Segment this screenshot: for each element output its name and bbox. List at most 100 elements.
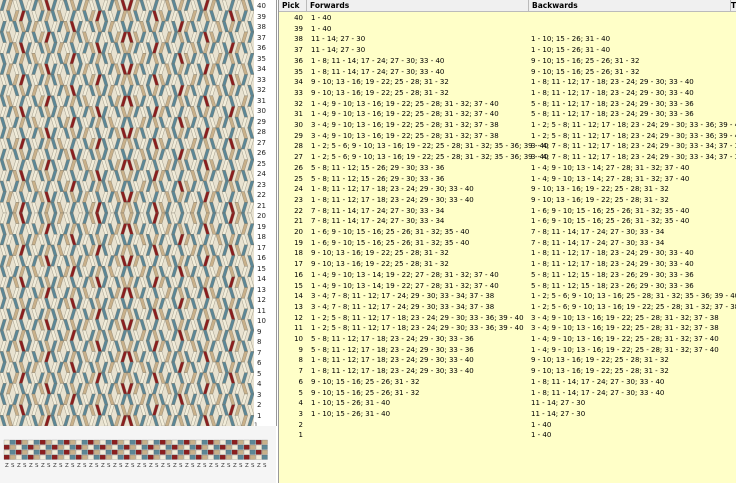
pattern-cell: [196, 180, 204, 192]
threading-cell: [105, 454, 112, 460]
pattern-cell: [69, 287, 77, 299]
table-row[interactable]: 28 1 - 2; 5 - 6; 9 - 10; 13 - 16; 19 - 22…: [279, 141, 736, 152]
table-row[interactable]: 95 - 8; 11 - 12; 17 - 18; 23 - 24; 29 - …: [279, 345, 736, 356]
pattern-cell: [183, 21, 191, 33]
pattern-cell: [75, 170, 83, 182]
table-row[interactable]: 25 5 - 8; 11 - 12; 15 - 26; 29 - 30; 33 -…: [279, 174, 736, 185]
pattern-cell: [31, 0, 39, 11]
pattern-cell: [82, 383, 90, 395]
table-row[interactable]: 33 9 - 10; 13 - 16; 19 - 22; 25 - 28; 31 …: [279, 88, 736, 99]
pick-column-header[interactable]: Pick: [279, 0, 307, 12]
table-row[interactable]: 16 1 - 4; 9 - 10; 13 - 14; 19 - 22; 27 - …: [279, 270, 736, 281]
threading-cell: [93, 449, 100, 455]
pattern-cell: [126, 255, 134, 267]
table-row[interactable]: 36 1 - 8; 11 - 14; 17 - 24; 27 - 30; 33 -…: [279, 56, 736, 67]
pattern-cell: [69, 361, 77, 373]
pattern-cell: [177, 42, 185, 54]
table-row[interactable]: 32 1 - 4; 9 - 10; 13 - 16; 19 - 22; 25 - …: [279, 99, 736, 110]
table-row[interactable]: 14 3 - 4; 7 - 8; 11 - 12; 17 - 24; 29 - 3…: [279, 291, 736, 302]
table-row[interactable]: 11 - 40: [279, 430, 736, 441]
table-row[interactable]: 37 11 - 14; 27 - 30 1 - 10; 15 - 26; 31 - …: [279, 45, 736, 56]
pattern-cell: [50, 202, 58, 214]
pattern-cell: [50, 212, 58, 224]
backwards-column-header[interactable]: Backwards: [529, 0, 731, 12]
table-row[interactable]: 15 1 - 4; 9 - 10; 13 - 14; 19 - 22; 27 - …: [279, 281, 736, 292]
table-row[interactable]: 21 - 40: [279, 420, 736, 431]
pattern-cell: [215, 127, 223, 139]
table-row[interactable]: 26 5 - 8; 11 - 12; 15 - 26; 29 - 30; 33 -…: [279, 163, 736, 174]
table-row[interactable]: 24 1 - 8; 11 - 12; 17 - 18; 23 - 24; 29 -…: [279, 184, 736, 195]
table-row[interactable]: 22 7 - 8; 11 - 14; 17 - 24; 27 - 30; 33 -…: [279, 206, 736, 217]
table-row[interactable]: 59 - 10; 15 - 16; 25 - 26; 31 - 32 1 - 8;…: [279, 388, 736, 399]
table-row[interactable]: 13 3 - 4; 7 - 8; 11 - 12; 17 - 24; 29 - 3…: [279, 302, 736, 313]
pattern-cell: [12, 383, 20, 395]
pattern-cell: [171, 330, 179, 341]
pattern-cell: [228, 319, 236, 331]
pattern-cell: [37, 85, 45, 96]
pattern-cell: [215, 266, 223, 278]
threading-cell: [189, 439, 196, 445]
pattern-cell: [44, 74, 52, 86]
pattern-cell: [31, 330, 39, 341]
table-row[interactable]: 29 3 - 4; 9 - 10; 13 - 16; 19 - 22; 25 - …: [279, 131, 736, 142]
pattern-cell: [171, 308, 179, 320]
table-row[interactable]: 31 - 10; 15 - 26; 31 - 40 11 - 14; 27 - 3…: [279, 409, 736, 420]
table-row[interactable]: 30 3 - 4; 9 - 10; 13 - 16; 19 - 22; 25 - …: [279, 120, 736, 131]
table-row[interactable]: 38 11 - 14; 27 - 30 1 - 10; 15 - 26; 31 - …: [279, 34, 736, 45]
table-row[interactable]: 20 1 - 6; 9 - 10; 15 - 16; 25 - 26; 31 - …: [279, 227, 736, 238]
table-row[interactable]: 27 1 - 2; 5 - 6; 9 - 10; 13 - 16; 19 - 22…: [279, 152, 736, 163]
table-row[interactable]: 71 - 8; 11 - 12; 17 - 18; 23 - 24; 29 - …: [279, 366, 736, 377]
pattern-cell: [126, 266, 134, 278]
pattern-cell: [56, 0, 64, 11]
table-row[interactable]: 18 9 - 10; 13 - 16; 19 - 22; 25 - 28; 31 …: [279, 248, 736, 259]
table-row[interactable]: 34 9 - 10; 13 - 16; 19 - 22; 25 - 28; 31 …: [279, 77, 736, 88]
pattern-cell: [44, 117, 52, 128]
threading-cell: [225, 449, 232, 455]
table-row[interactable]: 17 9 - 10; 13 - 16; 19 - 22; 25 - 28; 31 …: [279, 259, 736, 270]
table-row[interactable]: 35 1 - 8; 11 - 14; 17 - 24; 27 - 30; 33 -…: [279, 67, 736, 78]
pattern-cell: [56, 63, 64, 75]
backwards-cell: 1 - 2; 5 - 8; 11 - 12; 17 - 18; 23 - 24;…: [531, 121, 736, 129]
threading-cell: [171, 454, 178, 460]
table-row[interactable]: 11 1 - 2; 5 - 8; 11 - 12; 17 - 18; 23 - 2…: [279, 323, 736, 334]
pattern-cell: [6, 85, 13, 96]
pattern-cell: [164, 63, 172, 75]
pattern-cell: [164, 117, 172, 128]
pattern-cell: [50, 298, 58, 309]
pattern-cell: [209, 234, 217, 246]
table-row[interactable]: 12 1 - 2; 5 - 8; 11 - 12; 17 - 18; 23 - 2…: [279, 313, 736, 324]
table-row[interactable]: 40 1 - 40: [279, 13, 736, 24]
pattern-cell: [222, 383, 229, 395]
table-row[interactable]: 19 1 - 6; 9 - 10; 15 - 16; 25 - 26; 31 - …: [279, 238, 736, 249]
pattern-cell: [177, 148, 185, 160]
pattern-cell: [0, 266, 7, 278]
table-row[interactable]: 69 - 10; 15 - 16; 25 - 26; 31 - 32 1 - 8;…: [279, 377, 736, 388]
table-row[interactable]: 23 1 - 8; 11 - 12; 17 - 18; 23 - 24; 29 -…: [279, 195, 736, 206]
table-row[interactable]: 10 5 - 8; 11 - 12; 17 - 18; 23 - 24; 29 -…: [279, 334, 736, 345]
pattern-cell: [25, 21, 32, 33]
pattern-cell: [114, 244, 121, 256]
extra-column-header[interactable]: T: [731, 0, 736, 12]
pattern-cell: [196, 63, 204, 75]
pattern-cell: [88, 330, 96, 341]
pattern-cell: [25, 415, 32, 426]
table-row[interactable]: 39 1 - 40: [279, 24, 736, 35]
pattern-cell: [56, 212, 64, 224]
table-row[interactable]: 21 7 - 8; 11 - 14; 17 - 24; 27 - 30; 33 -…: [279, 216, 736, 227]
pattern-cell: [133, 202, 140, 214]
card-direction-label: Z: [53, 463, 57, 469]
table-row[interactable]: 31 1 - 4; 9 - 10; 13 - 16; 19 - 22; 25 - …: [279, 109, 736, 120]
pattern-cell: [63, 106, 71, 118]
pattern-cell: [145, 191, 153, 203]
pattern-cell: [44, 212, 52, 224]
pattern-cell: [190, 393, 198, 405]
pattern-cell: [75, 159, 83, 171]
pattern-cell: [69, 276, 77, 288]
pattern-cell: [75, 340, 83, 352]
table-row[interactable]: 41 - 10; 15 - 26; 31 - 40 11 - 14; 27 - 3…: [279, 398, 736, 409]
pattern-cell: [56, 53, 64, 65]
table-row[interactable]: 81 - 8; 11 - 12; 17 - 18; 23 - 24; 29 - …: [279, 355, 736, 366]
pattern-cell: [114, 372, 121, 384]
pattern-cell: [50, 244, 58, 256]
forwards-column-header[interactable]: Forwards: [307, 0, 529, 12]
